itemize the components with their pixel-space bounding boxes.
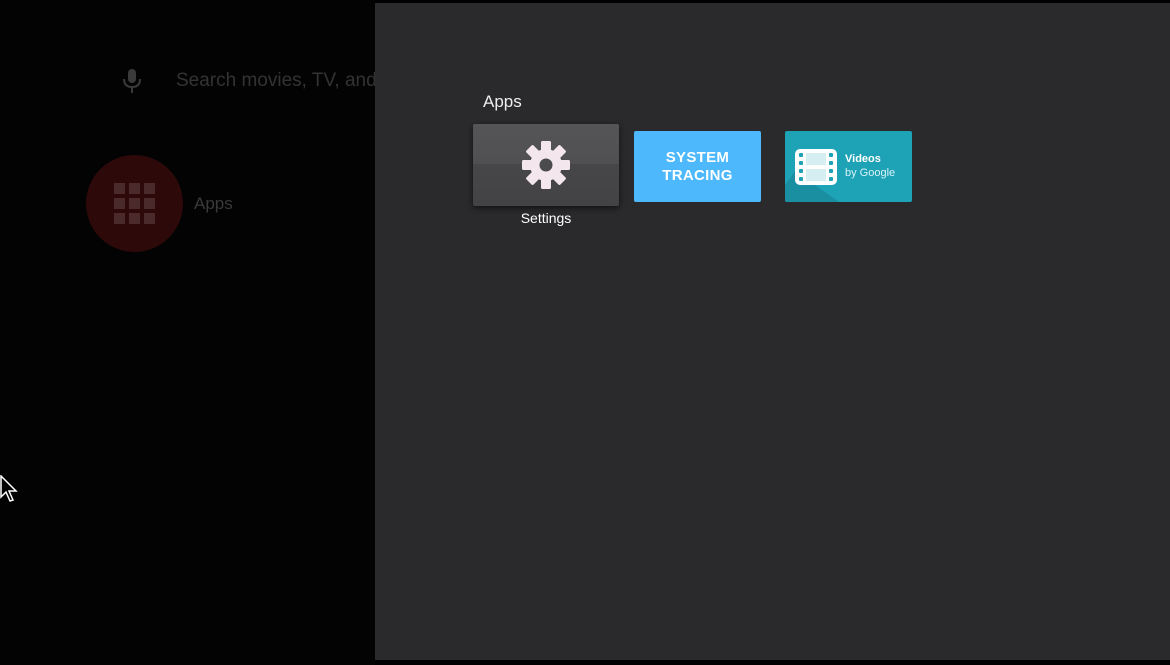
videos-title: Videos xyxy=(845,153,881,165)
panel-title: Apps xyxy=(483,92,522,111)
microphone-icon[interactable] xyxy=(121,68,143,94)
system-tracing-line1: SYSTEM xyxy=(665,148,730,166)
system-tracing-line2: TRACING xyxy=(662,166,733,184)
apps-panel: Apps Settings SYSTEM TRACING Videos by G… xyxy=(375,3,1170,660)
home-background: Search movies, TV, and Apps xyxy=(0,0,375,665)
home-apps-label: Apps xyxy=(194,194,233,213)
videos-subtitle: by Google xyxy=(845,167,896,179)
system-tracing-tile[interactable]: SYSTEM TRACING xyxy=(634,131,761,202)
home-apps-button[interactable] xyxy=(86,155,183,252)
mouse-cursor-icon xyxy=(0,475,18,502)
apps-grid-icon xyxy=(114,183,155,224)
film-icon xyxy=(795,149,837,185)
screen: Search movies, TV, and Apps Apps Setting… xyxy=(0,0,1170,665)
settings-tile[interactable] xyxy=(473,124,619,206)
videos-tile[interactable]: Videos by Google xyxy=(785,131,912,202)
settings-label: Settings xyxy=(520,210,572,226)
gear-icon xyxy=(522,141,570,189)
search-hint[interactable]: Search movies, TV, and xyxy=(176,69,375,93)
